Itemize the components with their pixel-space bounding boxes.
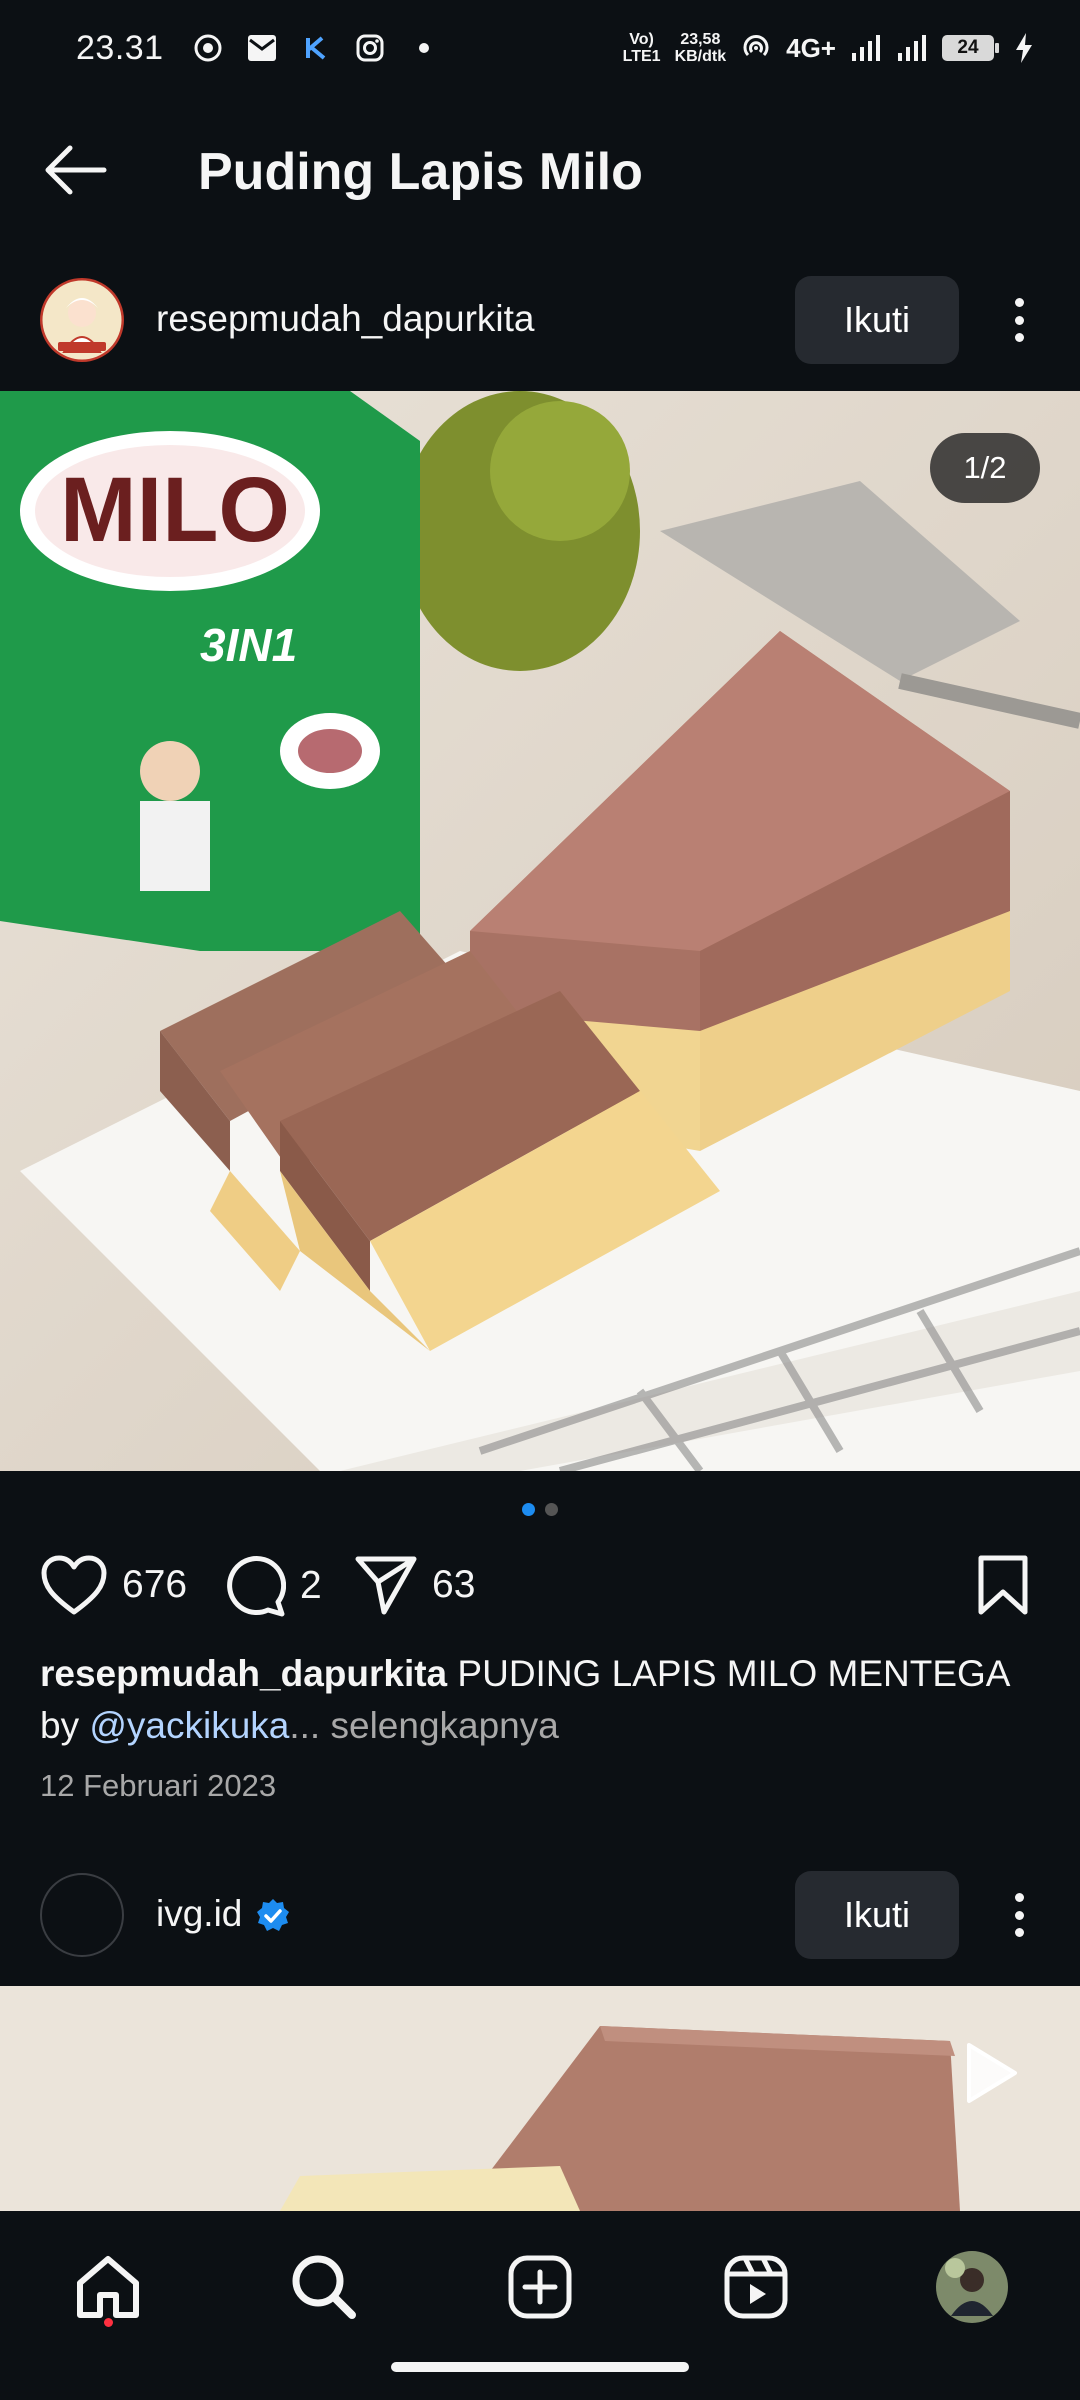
share-count: 63 [432, 1563, 476, 1606]
avatar[interactable] [40, 278, 124, 362]
notification-icons [192, 32, 440, 64]
avatar[interactable] [40, 1873, 124, 1957]
comment-icon [227, 1556, 286, 1617]
mail-icon [246, 32, 278, 64]
comment-button[interactable]: 2 [222, 1554, 322, 1618]
profile-avatar [936, 2251, 1008, 2323]
app-k-icon [300, 32, 332, 64]
network-speed: 23,58 KB/dtk [674, 31, 727, 65]
follow-button[interactable]: Ikuti [795, 276, 959, 364]
caption-username[interactable]: resepmudah_dapurkita [40, 1653, 447, 1694]
comment-count: 2 [300, 1564, 322, 1607]
next-more-options-button[interactable] [1004, 1885, 1034, 1945]
post-caption: resepmudah_dapurkita PUDING LAPIS MILO M… [40, 1648, 1050, 1752]
plus-square-icon [508, 2255, 572, 2319]
nav-create[interactable] [502, 2249, 578, 2325]
carousel-indicator [0, 1503, 1080, 1516]
network-type: 4G+ [786, 32, 836, 63]
back-button[interactable] [40, 144, 110, 196]
next-pudding-photo [0, 1986, 1080, 2211]
arrow-left-icon [45, 145, 107, 195]
post-media[interactable]: MILO 3IN1 1/2 [0, 391, 1080, 1471]
paper-plane-icon [355, 1556, 417, 1615]
more-options-button[interactable] [1004, 290, 1034, 350]
more-dot [1014, 1910, 1024, 1920]
more-vertical-icon [1014, 298, 1024, 307]
bookmark-icon [978, 1555, 1028, 1615]
nav-reels[interactable] [718, 2249, 794, 2325]
svg-text:3IN1: 3IN1 [200, 619, 297, 671]
system-icons: Vo) LTE1 23,58 KB/dtk 4G+ 24 [623, 31, 1040, 65]
home-notification-dot [104, 2318, 113, 2327]
top-header: Puding Lapis Milo [0, 96, 1080, 246]
play-icon [967, 2043, 1017, 2103]
search-icon [292, 2255, 356, 2319]
home-icon [77, 2256, 139, 2318]
status-time: 23.31 [76, 28, 164, 67]
nav-search[interactable] [286, 2249, 362, 2325]
carousel-dot [545, 1503, 558, 1516]
post-actions: 676 2 63 [0, 1554, 1080, 1626]
caption-text: PUDING LAPIS MILO MENTEGA [447, 1653, 1011, 1694]
next-follow-button[interactable]: Ikuti [795, 1871, 959, 1959]
post-header: resepmudah_dapurkita Ikuti [0, 250, 1080, 390]
more-vertical-icon [1014, 1893, 1024, 1902]
see-more-link[interactable]: selengkapnya [320, 1705, 558, 1746]
more-dot [1014, 315, 1024, 325]
nav-home[interactable] [70, 2249, 146, 2325]
save-button[interactable] [976, 1554, 1030, 1616]
post-username[interactable]: resepmudah_dapurkita [156, 298, 534, 340]
heart-icon [41, 1555, 107, 1615]
svg-text:MILO: MILO [60, 459, 290, 561]
caption-by: by [40, 1705, 90, 1746]
instagram-icon [354, 32, 386, 64]
next-post-header: ivg.id Ikuti [0, 1845, 1080, 1985]
next-post-username-text: ivg.id [156, 1893, 243, 1934]
pudding-photo: MILO 3IN1 [0, 391, 1080, 1471]
home-indicator[interactable] [391, 2362, 689, 2372]
page-title: Puding Lapis Milo [198, 143, 643, 201]
signal-icon [850, 32, 882, 64]
chat-bubble-icon [192, 32, 224, 64]
like-count: 676 [122, 1563, 188, 1606]
caption-mention[interactable]: @yackikuka [89, 1705, 289, 1746]
volte-indicator: Vo) LTE1 [622, 31, 661, 65]
charging-icon [1008, 32, 1040, 64]
media-counter: 1/2 [930, 433, 1040, 503]
carousel-dot-active [522, 1503, 535, 1516]
post-date: 12 Februari 2023 [40, 1768, 277, 1803]
nav-profile[interactable] [934, 2249, 1010, 2325]
reels-icon [724, 2255, 788, 2319]
next-post-username[interactable]: ivg.id [156, 1893, 292, 1935]
more-dot [1014, 333, 1024, 342]
signal-icon-2 [896, 32, 928, 64]
battery-indicator: 24 [942, 35, 999, 61]
more-dot [1014, 1928, 1024, 1937]
share-button[interactable]: 63 [354, 1554, 475, 1616]
next-post-media[interactable] [0, 1986, 1080, 2211]
status-bar: 23.31 Vo) LTE1 23,58 KB/dtk 4G+ 24 [0, 0, 1080, 96]
dot-icon [408, 32, 440, 64]
like-button[interactable]: 676 [40, 1554, 187, 1616]
caption-ellipsis: ... [289, 1705, 321, 1746]
verified-badge-icon [257, 1899, 290, 1932]
hotspot-icon [740, 32, 772, 64]
